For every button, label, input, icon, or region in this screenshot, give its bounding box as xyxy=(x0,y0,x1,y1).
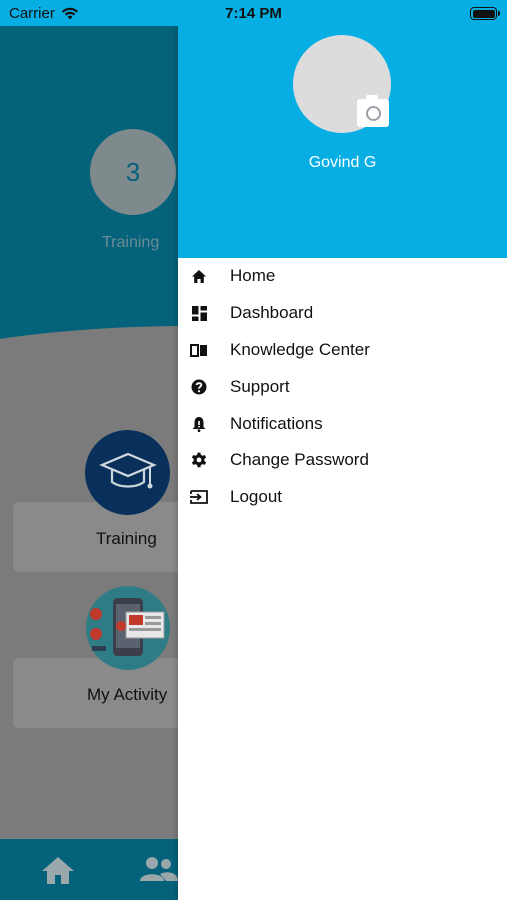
camera-lens xyxy=(365,105,381,121)
background-tab-bar xyxy=(0,839,178,900)
menu-item-label: Knowledge Center xyxy=(230,339,370,359)
menu-item-dashboard[interactable]: Dashboard xyxy=(178,295,507,332)
dashboard-icon xyxy=(190,304,208,322)
drawer-menu: Home Dashboard Knowledge Center Support … xyxy=(178,258,507,516)
menu-item-notifications[interactable]: Notifications xyxy=(178,405,507,442)
menu-item-label: Logout xyxy=(230,487,282,507)
menu-item-label: Notifications xyxy=(230,413,323,433)
logout-icon xyxy=(190,488,208,506)
battery-icon xyxy=(470,7,500,20)
background-screen[interactable]: 3 Training Training My Activity xyxy=(0,26,178,900)
bell-icon xyxy=(190,415,208,433)
training-count-value: 3 xyxy=(125,156,141,187)
my-activity-card-label: My Activity xyxy=(87,685,168,704)
camera-icon[interactable] xyxy=(357,95,389,127)
help-icon xyxy=(190,378,208,396)
home-tab-icon[interactable] xyxy=(40,855,76,885)
home-icon xyxy=(190,267,208,285)
drawer-header: Govind G xyxy=(178,26,507,258)
menu-item-label: Home xyxy=(230,266,276,286)
gear-icon xyxy=(190,451,208,469)
menu-item-label: Dashboard xyxy=(230,303,314,323)
menu-item-logout[interactable]: Logout xyxy=(178,479,507,516)
menu-item-support[interactable]: Support xyxy=(178,368,507,405)
user-name: Govind G xyxy=(308,154,377,171)
activity-illustration-icon xyxy=(86,586,170,670)
status-bar: Carrier 7:14 PM xyxy=(0,0,507,26)
training-card-label: Training xyxy=(96,529,157,548)
training-count-label: Training xyxy=(102,234,160,251)
status-time: 7:14 PM xyxy=(225,5,282,22)
menu-item-change-password[interactable]: Change Password xyxy=(178,442,507,479)
training-count-circle: 3 xyxy=(90,129,176,215)
graduation-cap-icon xyxy=(85,430,170,515)
menu-item-label: Support xyxy=(230,376,290,396)
menu-item-knowledge-center[interactable]: Knowledge Center xyxy=(178,332,507,369)
menu-item-home[interactable]: Home xyxy=(178,258,507,295)
menu-item-label: Change Password xyxy=(230,450,369,470)
navigation-drawer: Govind G Home Dashboard Knowledge Center… xyxy=(178,26,507,900)
book-icon xyxy=(190,341,208,359)
users-tab-icon[interactable] xyxy=(138,855,178,885)
